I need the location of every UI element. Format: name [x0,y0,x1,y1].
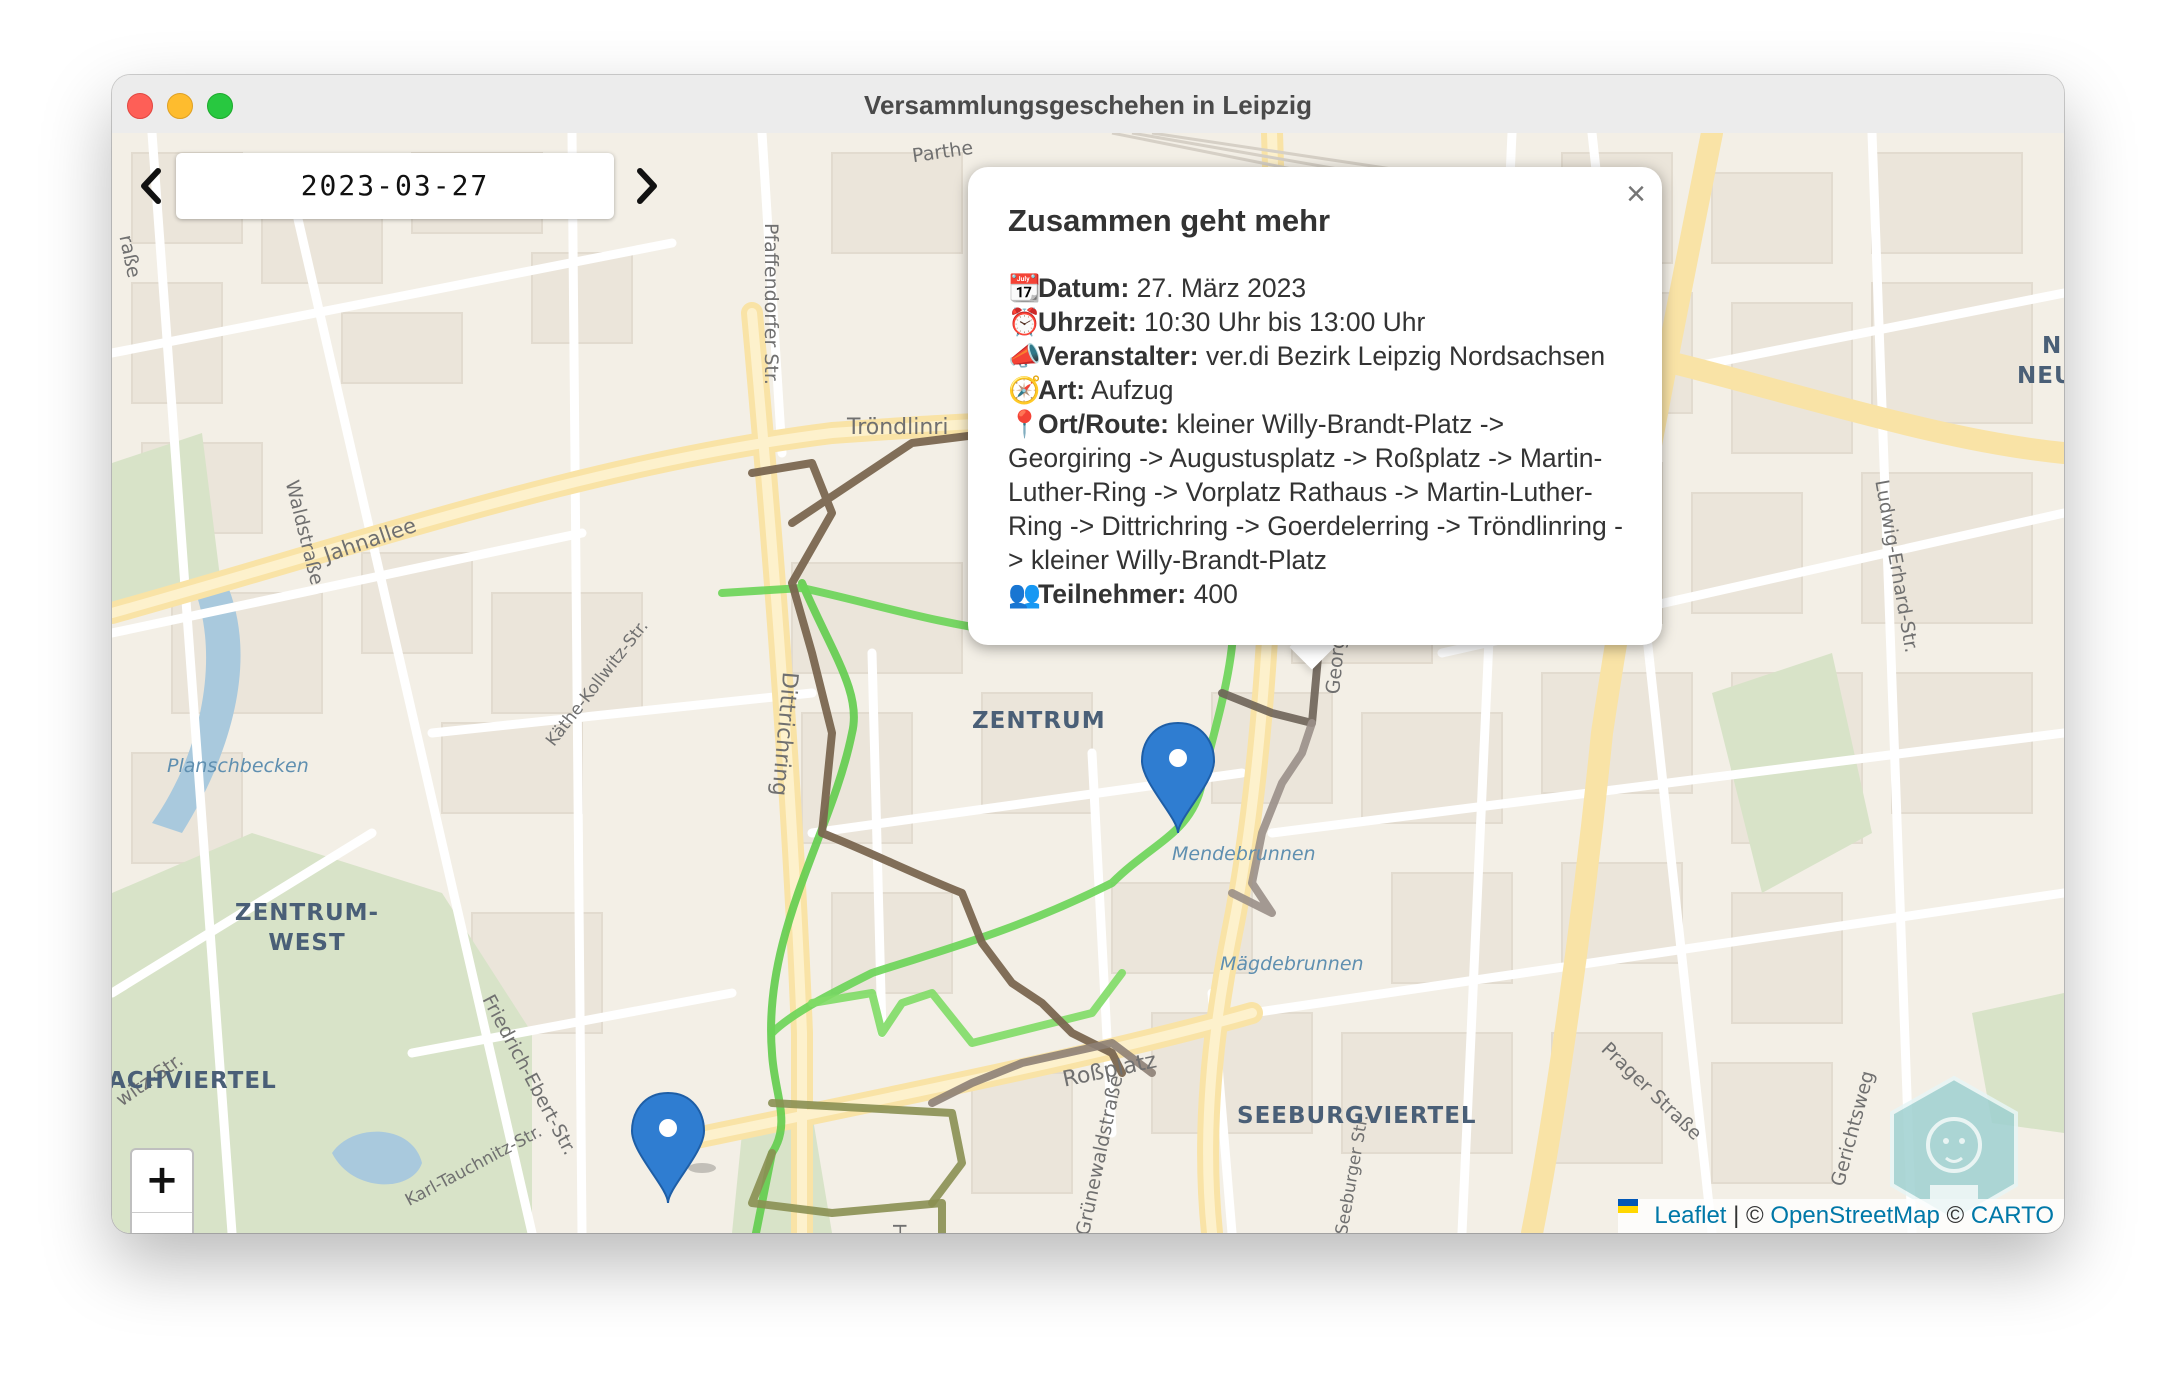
openstreetmap-link[interactable]: OpenStreetMap [1770,1202,1939,1229]
megaphone-icon: 📣 [1008,341,1041,371]
zoom-in-button[interactable]: + [132,1150,192,1213]
map-attribution: Leaflet | © OpenStreetMap © CARTO [1618,1199,2064,1233]
detail-route: 📍Ort/Route: kleiner Willy-Brandt-Platz -… [1008,409,1623,575]
popup-details: 📆Datum: 27. März 2023 ⏰Uhrzeit: 10:30 Uh… [1008,271,1628,611]
ukraine-flag-icon [1618,1199,1648,1224]
pin-icon: 📍 [1008,409,1041,439]
water-label: Mendebrunnen [1172,843,1316,865]
detail-teilnehmer: 👥Teilnehmer: 400 [1008,579,1238,609]
district-label: ZENTRUM [972,708,1106,734]
detail-uhrzeit: ⏰Uhrzeit: 10:30 Uhr bis 13:00 Uhr [1008,307,1426,337]
street-label: Pfaffendorfer Str. [760,223,782,385]
water-label: Mägdebrunnen [1220,953,1364,975]
detail-veranstalter: 📣Veranstalter: ver.di Bezirk Leipzig Nor… [1008,341,1606,371]
detail-art: 🧭Art: Aufzug [1008,375,1174,405]
title-bar: Versammlungsgeschehen in Leipzig [112,75,2064,134]
district-label: NEU [2017,363,2064,389]
event-popup: × Zusammen geht mehr 📆Datum: 27. März 20… [968,167,1662,645]
detail-datum: 📆Datum: 27. März 2023 [1008,273,1307,303]
compass-icon: 🧭 [1008,375,1041,405]
popup-title: Zusammen geht mehr [1008,203,1331,238]
chevron-right-icon [637,168,657,204]
district-label: ACHVIERTEL [112,1068,277,1094]
alarm-clock-icon: ⏰ [1008,307,1041,337]
zoom-out-button[interactable]: − [132,1213,192,1233]
leaflet-link[interactable]: Leaflet [1654,1202,1726,1229]
street-label: Tröndlinri [847,415,949,440]
calendar-icon: 📆 [1008,273,1041,303]
zoom-control: + − [130,1148,194,1233]
carto-link[interactable]: CARTO [1971,1202,2054,1229]
date-field[interactable]: 2023-03-27 [176,153,614,219]
people-icon: 👥 [1008,579,1041,609]
district-label: ZENTRUM-WEST [234,900,380,956]
popup-close-button[interactable]: × [1626,175,1646,214]
district-label: N [2042,333,2063,359]
previous-date-button[interactable] [132,163,172,209]
water-label: Planschbecken [167,755,309,777]
chevron-left-icon [141,168,161,204]
map-view[interactable]: Pfaffendorfer Str. Parthe Tröndlinri Jah… [112,133,2064,1233]
window-title: Versammlungsgeschehen in Leipzig [864,90,1312,120]
next-date-button[interactable] [626,163,666,209]
street-label: Harkortstr. [888,1223,910,1233]
district-label: SEEBURGVIERTEL [1237,1103,1477,1129]
app-window: Versammlungsgeschehen in Leipzig Pfaffen… [112,75,2064,1233]
